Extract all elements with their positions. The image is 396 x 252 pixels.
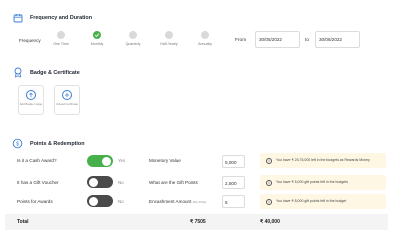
- frequency-option-monthly[interactable]: Monthly: [82, 31, 112, 46]
- per-point-suffix: (Per Point): [192, 200, 207, 204]
- points-section-header: $ Points & Redemption: [12, 138, 85, 149]
- frequency-option-quarterly[interactable]: Quarterly: [118, 31, 148, 46]
- info-icon: i: [266, 157, 272, 164]
- toggle-knob: [102, 156, 111, 166]
- badge-section-header: Badge & Certificate: [12, 67, 80, 78]
- radio-dot[interactable]: [57, 31, 65, 39]
- points-for-awards-toggle[interactable]: [87, 195, 113, 207]
- encashment-amount-label: Encashment Amount (Per Point): [149, 199, 206, 204]
- frequency-section-header: Frequency and Duration: [12, 12, 92, 23]
- from-date-field[interactable]: 30/05/2022: [255, 31, 300, 48]
- svg-text:$: $: [16, 141, 19, 147]
- frequency-option-label: One Time: [53, 42, 69, 46]
- add-badge-label: Add Badge Image: [19, 102, 43, 106]
- encashment-amount-text: Encashment Amount: [149, 199, 192, 204]
- monetary-value-label: Monetory Value: [149, 158, 181, 163]
- cash-budget-info-text: You have ₹ 25,75,000 left in the budgets…: [276, 158, 370, 163]
- points-for-awards-label: Points for Awards: [17, 199, 53, 204]
- upload-certificate-label: Upload Certificate: [55, 102, 79, 106]
- info-icon: i: [266, 179, 272, 186]
- plus-icon: [62, 90, 72, 100]
- from-label: From: [235, 38, 247, 43]
- upload-certificate-button[interactable]: Upload Certificate: [54, 85, 80, 115]
- total-label: Total: [17, 219, 29, 225]
- check-icon[interactable]: [93, 31, 101, 39]
- radio-dot[interactable]: [201, 31, 209, 39]
- frequency-option-label: Annually: [198, 42, 212, 46]
- gift-points-input[interactable]: 2,500: [222, 176, 245, 189]
- award-points-budget-info: i You have ₹ 8,000 gift points left in t…: [260, 194, 386, 209]
- toggle-knob: [89, 177, 98, 187]
- gift-budget-info-text: You have ₹ 5,000 gift points left in the…: [276, 180, 348, 185]
- to-date-field[interactable]: 30/06/2022: [315, 31, 360, 48]
- frequency-label: Frequency: [19, 38, 41, 43]
- badge-section-title: Badge & Certificate: [30, 69, 80, 76]
- info-icon: i: [266, 198, 272, 205]
- gift-voucher-toggle[interactable]: [87, 176, 113, 188]
- frequency-option-label: Half-Yearly: [160, 42, 178, 46]
- gift-voucher-label: It has a Gift Voucher: [17, 180, 59, 185]
- award-points-budget-info-text: You have ₹ 8,000 gift points left in the…: [276, 199, 347, 204]
- frequency-option-annually[interactable]: Annually: [190, 31, 220, 46]
- cash-award-toggle-text: Yes: [118, 158, 126, 163]
- points-for-awards-toggle-text: No: [118, 199, 124, 204]
- gift-budget-info: i You have ₹ 5,000 gift points left in t…: [260, 175, 386, 190]
- radio-dot[interactable]: [129, 31, 137, 39]
- frequency-option-label: Monthly: [90, 42, 104, 46]
- gift-points-label: What are the Gift Points: [149, 180, 198, 185]
- encashment-amount-input[interactable]: 5: [222, 195, 245, 208]
- add-badge-image-button[interactable]: Add Badge Image: [18, 85, 44, 115]
- upload-icon: [26, 90, 36, 100]
- frequency-option-label: Quarterly: [125, 42, 141, 46]
- cash-budget-info: i You have ₹ 25,75,000 left in the budge…: [260, 153, 386, 168]
- coins-icon: $: [12, 138, 23, 149]
- frequency-option-half-yearly[interactable]: Half-Yearly: [154, 31, 184, 46]
- total-bar: Total ₹ 7505 ₹ 40,000: [5, 214, 388, 230]
- total-cash-value: ₹ 7505: [190, 219, 206, 225]
- cash-award-toggle[interactable]: [87, 155, 113, 167]
- to-label: to: [305, 38, 310, 43]
- radio-dot[interactable]: [165, 31, 173, 39]
- toggle-knob: [89, 196, 98, 206]
- monetary-value-input[interactable]: 5,000: [222, 155, 245, 168]
- cash-award-label: Is it a Cash Award?: [17, 158, 57, 163]
- gift-voucher-toggle-text: No: [118, 180, 124, 185]
- frequency-section-title: Frequency and Duration: [30, 14, 93, 21]
- frequency-option-one-time[interactable]: One Time: [46, 31, 76, 46]
- total-budget-value: ₹ 40,000: [260, 219, 280, 225]
- points-section-title: Points & Redemption: [30, 140, 85, 147]
- badge-icon: [12, 67, 23, 78]
- calendar-icon: [12, 12, 23, 23]
